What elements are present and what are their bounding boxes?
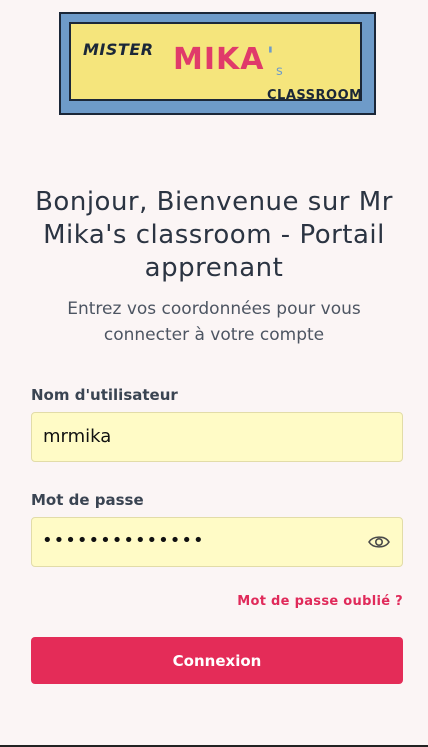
page-title: Bonjour, Bienvenue sur Mr Mika's classro… bbox=[35, 187, 393, 283]
forgot-password-link[interactable]: Mot de passe oublié ? bbox=[237, 594, 403, 609]
logo-word-classroom: CLASSROOM bbox=[267, 88, 363, 103]
password-input[interactable]: •••••••••••••• bbox=[31, 517, 403, 567]
logo-word-mister: MISTER bbox=[83, 40, 154, 59]
page-subtitle: Entrez vos coordonnées pour vous connect… bbox=[67, 299, 361, 345]
password-value: •••••••••••••• bbox=[42, 530, 205, 551]
logo-word-mika: MIKA bbox=[173, 42, 265, 77]
username-label: Nom d'utilisateur bbox=[31, 386, 178, 404]
logo: MISTER MIKA ' s CLASSROOM bbox=[59, 12, 376, 115]
eye-icon[interactable] bbox=[368, 534, 390, 550]
username-input[interactable]: mrmika bbox=[31, 412, 403, 462]
password-label: Mot de passe bbox=[31, 491, 144, 509]
logo-panel: MISTER MIKA ' s CLASSROOM bbox=[69, 22, 363, 103]
username-value: mrmika bbox=[43, 426, 112, 447]
login-button[interactable]: Connexion bbox=[31, 637, 403, 684]
logo-suffix-s: s bbox=[276, 64, 283, 79]
logo-apostrophe: ' bbox=[267, 44, 274, 69]
